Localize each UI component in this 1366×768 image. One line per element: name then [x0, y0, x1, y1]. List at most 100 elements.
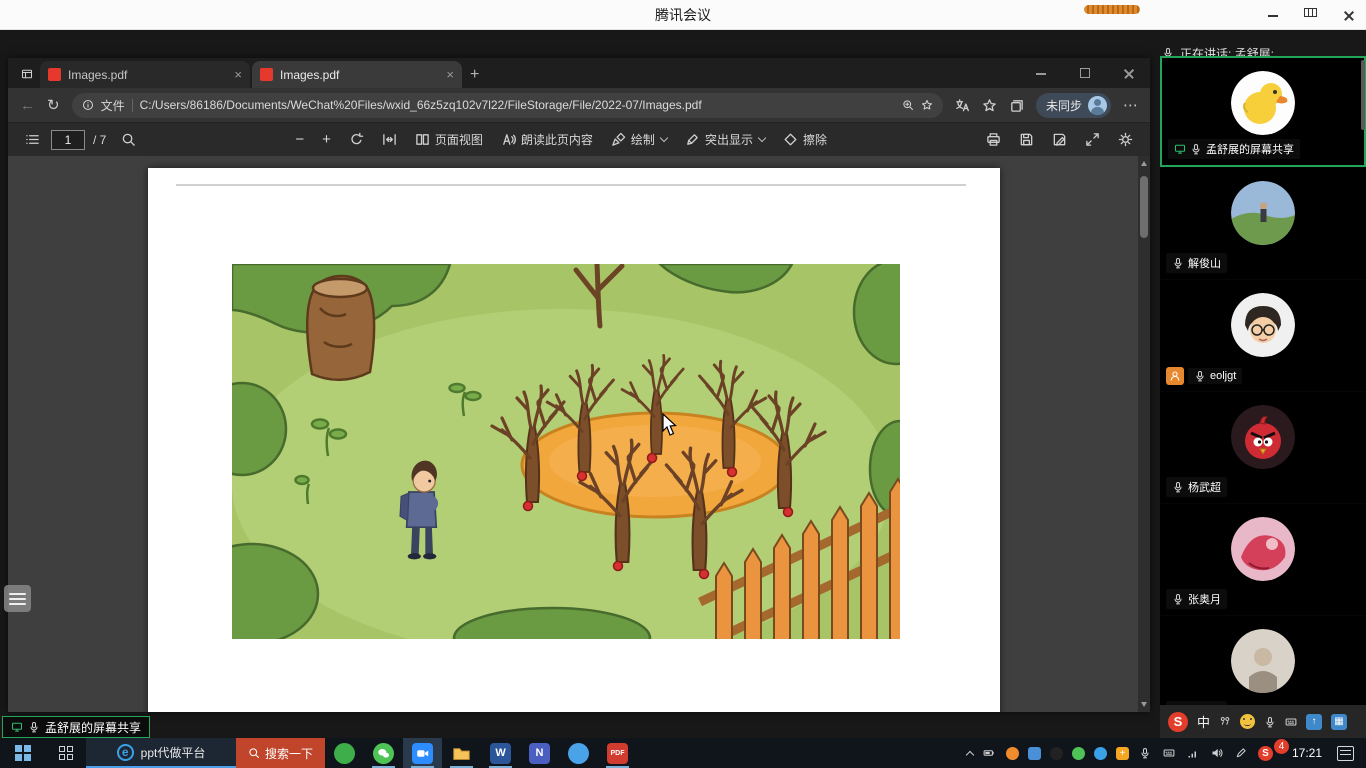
- taskbar-pdf-reader[interactable]: PDF: [598, 738, 637, 768]
- minimize-icon[interactable]: [1266, 8, 1280, 22]
- hidden-icons-caret[interactable]: [966, 750, 974, 758]
- keyboard-icon[interactable]: [1285, 716, 1297, 728]
- tray-touch-keyboard-icon[interactable]: [1162, 746, 1177, 761]
- host-status-icon: [1166, 367, 1184, 385]
- new-tab-icon[interactable]: +: [470, 66, 479, 84]
- profile-sync-button[interactable]: 未同步: [1036, 93, 1111, 118]
- taskbar-clock[interactable]: 4 17:21: [1282, 746, 1328, 760]
- browser-maximize-icon[interactable]: [1078, 66, 1092, 80]
- draw-button[interactable]: 绘制: [604, 127, 674, 153]
- pdf-scrollbar[interactable]: [1138, 156, 1150, 712]
- chevron-down-icon[interactable]: [758, 134, 766, 142]
- url-text[interactable]: C:/Users/86186/Documents/WeChat%20Files/…: [140, 98, 895, 112]
- print-icon[interactable]: [979, 127, 1008, 153]
- page-number-input[interactable]: [51, 130, 85, 150]
- zoom-out-icon[interactable]: −: [288, 127, 311, 153]
- address-bar[interactable]: 文件 C:/Users/86186/Documents/WeChat%20Fil…: [72, 93, 943, 118]
- meeting-title: 腾讯会议: [655, 5, 711, 25]
- read-aloud-button[interactable]: 朗读此页内容: [494, 127, 600, 153]
- participant-tile[interactable]: 孟舒展的屏幕共享: [1160, 56, 1366, 167]
- pdf-settings-icon[interactable]: [1111, 127, 1140, 153]
- mic-icon: [1172, 593, 1184, 605]
- punctuation-icon[interactable]: [1219, 716, 1231, 728]
- taskbar-wechat[interactable]: [364, 738, 403, 768]
- zoom-icon[interactable]: [902, 99, 914, 111]
- tray-battery-icon[interactable]: [982, 746, 997, 761]
- tray-volume-icon[interactable]: [1210, 746, 1225, 761]
- tray-update-icon[interactable]: +: [1116, 747, 1129, 760]
- participant-tile[interactable]: eoljgt: [1160, 280, 1366, 391]
- tab-close-icon[interactable]: ×: [446, 68, 454, 81]
- back-icon[interactable]: ←: [20, 98, 35, 113]
- pdf-page: [148, 168, 1000, 712]
- tab-images-pdf-1[interactable]: Images.pdf ×: [40, 61, 250, 88]
- tray-sogou-icon[interactable]: [1006, 747, 1019, 760]
- page-view-button[interactable]: 页面视图: [408, 127, 490, 153]
- collections-icon[interactable]: [1009, 98, 1024, 113]
- taskbar-app-green[interactable]: [325, 738, 364, 768]
- taskbar-edge-window[interactable]: e ppt代做平台: [86, 738, 236, 768]
- tray-qq-icon[interactable]: [1050, 747, 1063, 760]
- pdf-viewport[interactable]: [8, 156, 1150, 712]
- task-view-button[interactable]: [46, 738, 86, 768]
- action-center-icon[interactable]: [1337, 746, 1354, 761]
- ime-mode-toggle[interactable]: 中: [1197, 712, 1210, 731]
- save-icon[interactable]: [1012, 127, 1041, 153]
- close-icon[interactable]: [1342, 8, 1356, 22]
- start-button[interactable]: [0, 738, 46, 768]
- tab-actions-icon[interactable]: [14, 62, 40, 86]
- settings-menu-icon[interactable]: ⋯: [1123, 98, 1138, 113]
- tray-sogou-s-icon[interactable]: S: [1258, 746, 1273, 761]
- scrollbar-thumb[interactable]: [1140, 176, 1148, 238]
- taskbar-tencent-meeting[interactable]: [403, 738, 442, 768]
- refresh-icon[interactable]: ↻: [47, 98, 60, 113]
- search-icon[interactable]: [114, 127, 143, 153]
- taskbar-word[interactable]: W: [481, 738, 520, 768]
- taskbar-onenote[interactable]: N: [520, 738, 559, 768]
- tray-doc-icon[interactable]: [1028, 747, 1041, 760]
- tab-close-icon[interactable]: ×: [234, 68, 242, 81]
- emoji-icon[interactable]: [1240, 714, 1255, 729]
- toolbox-icon[interactable]: ↑: [1306, 714, 1322, 730]
- zoom-in-icon[interactable]: +: [315, 127, 338, 153]
- favorites-icon[interactable]: [982, 98, 997, 113]
- fit-width-icon[interactable]: [375, 127, 404, 153]
- voice-input-icon[interactable]: [1264, 716, 1276, 728]
- taskbar-file-explorer[interactable]: [442, 738, 481, 768]
- participant-tile[interactable]: 张奥月: [1160, 504, 1366, 615]
- sidebar-scrollbar[interactable]: [1361, 60, 1365, 130]
- participant-tile[interactable]: 杨武超: [1160, 392, 1366, 503]
- system-tray: + S 4 17:21: [967, 746, 1366, 761]
- tray-mic-icon[interactable]: [1138, 746, 1153, 761]
- taskbar-search-button[interactable]: 搜索一下: [236, 738, 325, 768]
- tray-network-icon[interactable]: [1186, 746, 1201, 761]
- translate-icon[interactable]: [955, 98, 970, 113]
- tray-wechat-icon[interactable]: [1072, 747, 1085, 760]
- restore-icon[interactable]: [1304, 8, 1318, 22]
- scroll-up-icon[interactable]: [1141, 161, 1147, 166]
- browser-close-icon[interactable]: [1122, 66, 1136, 80]
- info-icon[interactable]: [82, 99, 94, 111]
- rotate-icon[interactable]: [342, 127, 371, 153]
- highlight-button[interactable]: 突出显示: [678, 127, 772, 153]
- taskbar-app-blue[interactable]: [559, 738, 598, 768]
- tray-bluetooth-icon[interactable]: [1094, 747, 1107, 760]
- erase-button[interactable]: 擦除: [776, 127, 834, 153]
- tray-pen-icon[interactable]: [1234, 746, 1249, 761]
- scroll-down-icon[interactable]: [1141, 702, 1147, 707]
- save-as-icon[interactable]: [1045, 127, 1074, 153]
- mic-icon: [1190, 143, 1202, 155]
- handwriting-grid-icon[interactable]: ▦: [1331, 714, 1347, 730]
- fullscreen-icon[interactable]: [1078, 127, 1107, 153]
- essentials-icon[interactable]: [921, 99, 933, 111]
- participant-tile[interactable]: 曹鹏基: [1160, 616, 1366, 714]
- toc-icon[interactable]: [18, 127, 47, 153]
- sogou-logo-icon[interactable]: S: [1168, 712, 1188, 732]
- browser-minimize-icon[interactable]: [1034, 66, 1048, 80]
- meeting-panel-toggle[interactable]: [4, 585, 31, 612]
- participant-tile[interactable]: 解俊山: [1160, 168, 1366, 279]
- tab-images-pdf-2[interactable]: Images.pdf ×: [252, 61, 462, 88]
- edge-browser-window: Images.pdf × Images.pdf × + ← ↻: [8, 58, 1150, 712]
- avatar: [1231, 629, 1295, 693]
- chevron-down-icon[interactable]: [660, 134, 668, 142]
